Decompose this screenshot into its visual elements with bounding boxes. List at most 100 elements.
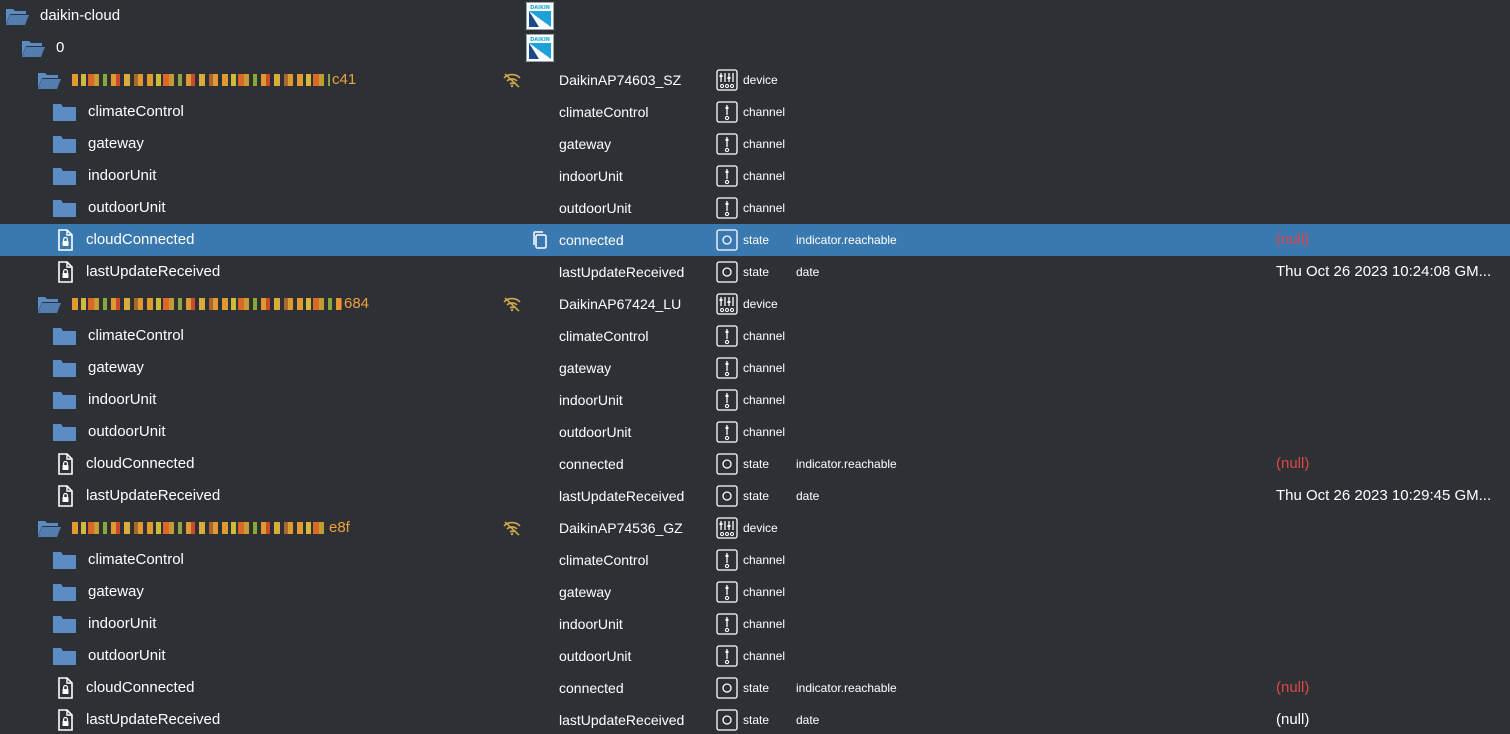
tree-row-channel[interactable]: indoorUnit indoorUnit channel <box>0 160 1510 192</box>
object-type: channel <box>743 649 786 663</box>
object-id: cloudConnected <box>86 224 194 256</box>
state-value[interactable]: (null) <box>1276 704 1506 734</box>
state-value[interactable]: Thu Oct 26 2023 10:29:45 GM... <box>1276 480 1506 512</box>
object-id: e8f <box>72 512 350 544</box>
device-type-icon <box>716 517 738 539</box>
tree-row-root-folder[interactable]: 0 DAIKIN <box>0 32 1510 64</box>
tree-row-state[interactable]: lastUpdateReceived lastUpdateReceived stat… <box>0 256 1510 288</box>
channel-type-icon <box>716 613 738 635</box>
folder-icon <box>52 420 78 444</box>
object-id: 0 <box>56 32 64 64</box>
tree-row-channel[interactable]: gateway gateway channel <box>0 576 1510 608</box>
object-id: outdoorUnit <box>88 416 166 448</box>
folder-icon <box>52 356 78 380</box>
tree-row-channel[interactable]: indoorUnit indoorUnit channel <box>0 384 1510 416</box>
tree-row-root-folder[interactable]: daikin-cloud DAIKIN <box>0 0 1510 32</box>
object-name: indoorUnit <box>559 392 623 408</box>
object-id: cloudConnected <box>86 672 194 704</box>
object-name: gateway <box>559 360 612 376</box>
tree-row-device[interactable]: 684 DaikinAP67424_LU device <box>0 288 1510 320</box>
object-id-text: lastUpdateReceived <box>86 263 221 280</box>
tree-row-state[interactable]: cloudConnected connected state indicator.re… <box>0 224 1510 256</box>
channel-type-icon <box>716 389 738 411</box>
object-id-text: indoorUnit <box>88 167 157 184</box>
object-id-text: cloudConnected <box>86 231 195 248</box>
object-id: daikin-cloud <box>40 0 120 32</box>
svg-text:DAIKIN: DAIKIN <box>530 5 550 11</box>
tree-row-state[interactable]: cloudConnected connected state indicator.re… <box>0 448 1510 480</box>
object-name: indoorUnit <box>559 168 623 184</box>
object-id-text: 0 <box>56 39 65 56</box>
object-id: indoorUnit <box>88 384 156 416</box>
copy-icon[interactable] <box>530 230 550 249</box>
object-id: indoorUnit <box>88 160 156 192</box>
folder-open-icon <box>36 516 62 540</box>
tree-row-channel[interactable]: outdoorUnit outdoorUnit channel <box>0 416 1510 448</box>
folder-icon <box>52 548 78 572</box>
file-lock-icon <box>52 452 78 476</box>
wifi-off-icon <box>502 72 522 88</box>
channel-type-icon <box>716 357 738 379</box>
object-id-text: indoorUnit <box>88 391 157 408</box>
folder-icon <box>52 324 78 348</box>
tree-row-channel[interactable]: climateControl climateControl channel <box>0 96 1510 128</box>
device-type-icon <box>716 293 738 315</box>
folder-icon <box>52 132 78 156</box>
object-type: channel <box>743 553 786 567</box>
object-type: channel <box>743 617 786 631</box>
object-name: indoorUnit <box>559 616 623 632</box>
object-id-text: lastUpdateReceived <box>86 487 221 504</box>
state-value[interactable]: (null) <box>1276 448 1506 480</box>
file-lock-icon <box>52 484 78 508</box>
object-id-text: outdoorUnit <box>88 647 166 664</box>
folder-open-icon <box>4 4 30 28</box>
object-id-text: climateControl <box>88 103 184 120</box>
object-role: date <box>796 713 820 727</box>
tree-row-channel[interactable]: gateway gateway channel <box>0 128 1510 160</box>
tree-row-channel[interactable]: outdoorUnit outdoorUnit channel <box>0 640 1510 672</box>
tree-row-state[interactable]: lastUpdateReceived lastUpdateReceived stat… <box>0 480 1510 512</box>
object-type: channel <box>743 425 786 439</box>
tree-row-channel[interactable]: climateControl climateControl channel <box>0 544 1510 576</box>
object-role: date <box>796 265 820 279</box>
tree-row-channel[interactable]: outdoorUnit outdoorUnit channel <box>0 192 1510 224</box>
channel-type-icon <box>716 101 738 123</box>
object-id: lastUpdateReceived <box>86 704 220 734</box>
object-id-text: 684 <box>344 295 370 312</box>
channel-type-icon <box>716 645 738 667</box>
state-value[interactable]: (null) <box>1276 672 1506 704</box>
tree-row-device[interactable]: e8f DaikinAP74536_GZ device <box>0 512 1510 544</box>
folder-open-icon <box>36 292 62 316</box>
state-value[interactable]: (null) <box>1276 224 1506 256</box>
object-name: outdoorUnit <box>559 648 632 664</box>
state-type-icon <box>716 709 738 731</box>
object-name: outdoorUnit <box>559 424 632 440</box>
object-id-text: climateControl <box>88 551 184 568</box>
object-id: indoorUnit <box>88 608 156 640</box>
wifi-off-icon <box>502 520 522 536</box>
folder-icon <box>52 164 78 188</box>
state-value[interactable]: Thu Oct 26 2023 10:24:08 GM... <box>1276 256 1506 288</box>
tree-row-channel[interactable]: indoorUnit indoorUnit channel <box>0 608 1510 640</box>
object-id-text: cloudConnected <box>86 679 195 696</box>
object-id: gateway <box>88 128 144 160</box>
redacted-id-mask <box>72 74 330 87</box>
tree-row-channel[interactable]: climateControl climateControl channel <box>0 320 1510 352</box>
object-id-text: lastUpdateReceived <box>86 711 221 728</box>
svg-text:DAIKIN: DAIKIN <box>530 37 550 43</box>
object-type: state <box>743 489 770 503</box>
channel-type-icon <box>716 421 738 443</box>
object-type: channel <box>743 105 786 119</box>
object-id: climateControl <box>88 320 184 352</box>
tree-row-device[interactable]: c41 DaikinAP74603_SZ device <box>0 64 1510 96</box>
object-type: device <box>743 521 778 535</box>
tree-row-channel[interactable]: gateway gateway channel <box>0 352 1510 384</box>
object-type: channel <box>743 201 786 215</box>
object-name: gateway <box>559 584 612 600</box>
object-role: indicator.reachable <box>796 233 897 247</box>
tree-row-state[interactable]: cloudConnected connected state indicator.re… <box>0 672 1510 704</box>
object-name: outdoorUnit <box>559 200 632 216</box>
object-id-text: climateControl <box>88 327 184 344</box>
tree-row-state[interactable]: lastUpdateReceived lastUpdateReceived stat… <box>0 704 1510 734</box>
object-role: date <box>796 489 820 503</box>
